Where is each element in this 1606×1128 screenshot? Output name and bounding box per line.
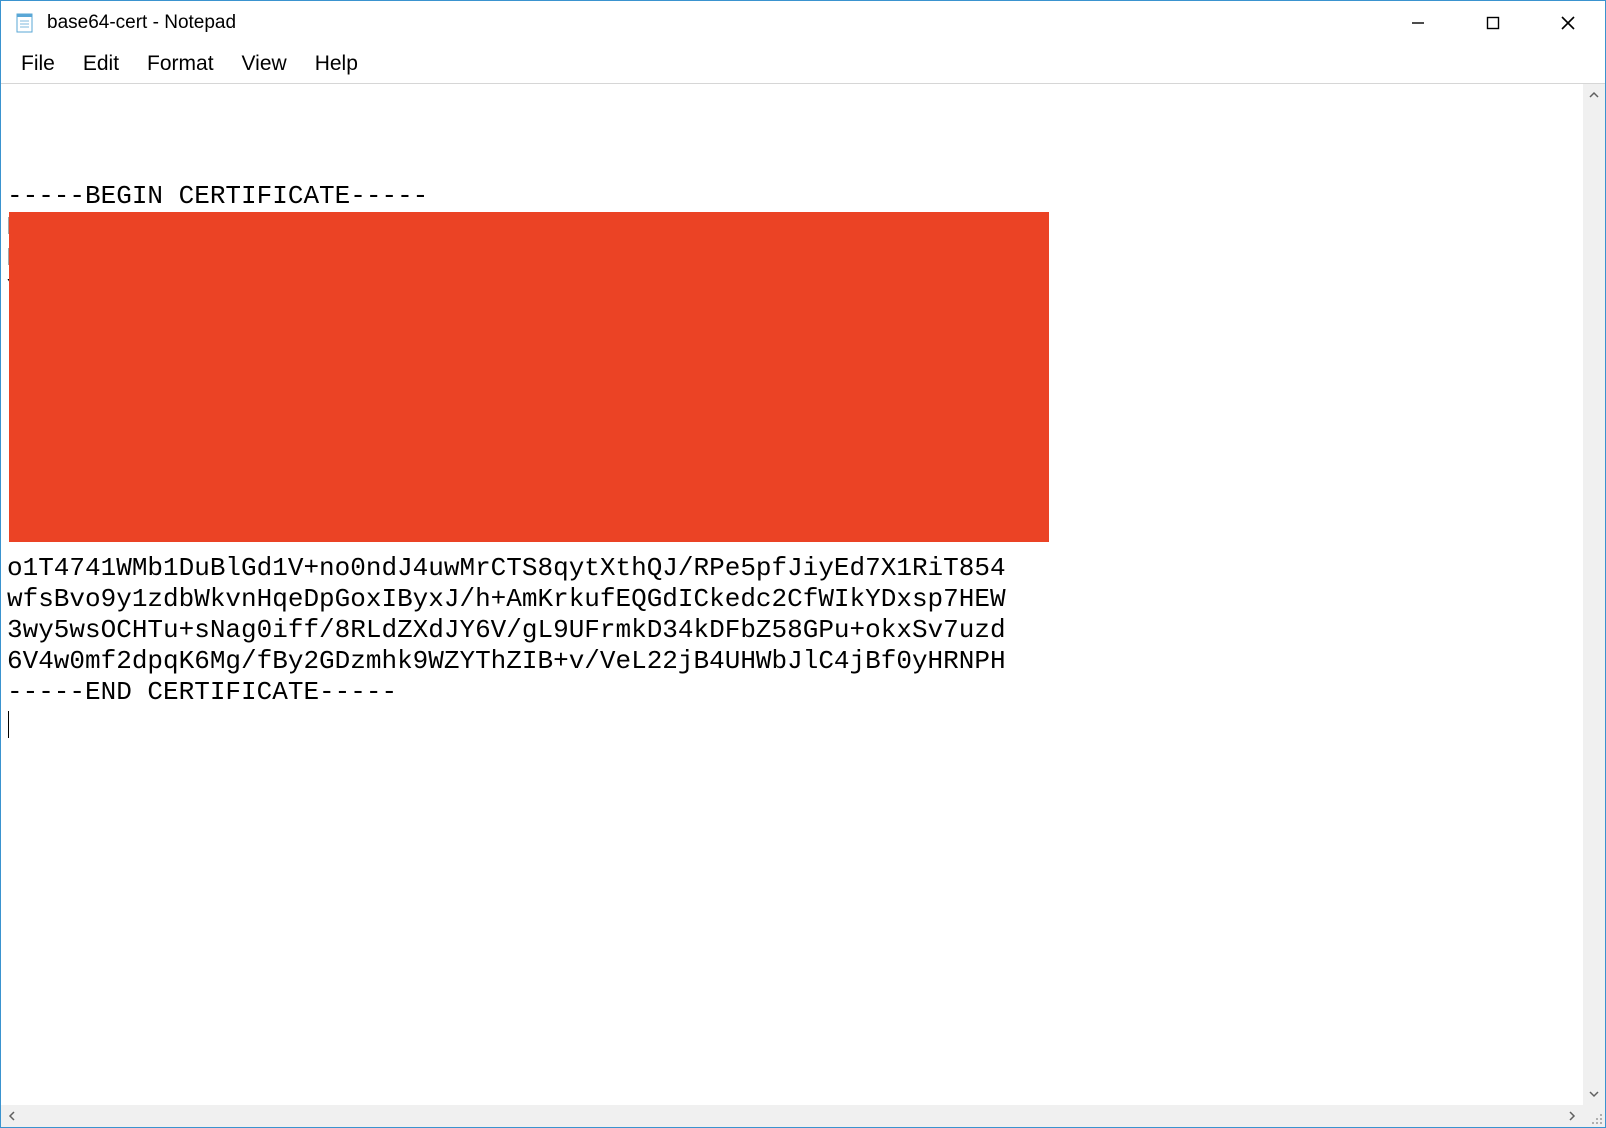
window-title: base64-cert - Notepad <box>47 12 236 34</box>
menu-view[interactable]: View <box>228 48 301 80</box>
scroll-left-arrow-icon[interactable] <box>1 1105 23 1127</box>
vertical-scrollbar[interactable] <box>1583 84 1605 1105</box>
menu-format[interactable]: Format <box>133 48 228 80</box>
client-area: -----BEGIN CERTIFICATE-----MIIC/DCCAeSgA… <box>1 83 1605 1105</box>
text-line: wfsBvo9y1zdbWkvnHqeDpGoxIByxJ/h+AmKrkufE… <box>7 584 1577 615</box>
text-caret <box>8 711 9 738</box>
text-line: -----BEGIN CERTIFICATE----- <box>7 181 1577 212</box>
menu-edit[interactable]: Edit <box>69 48 133 80</box>
maximize-button[interactable] <box>1455 1 1530 45</box>
scroll-down-arrow-icon[interactable] <box>1583 1083 1605 1105</box>
vertical-scroll-track[interactable] <box>1583 106 1605 1083</box>
close-button[interactable] <box>1530 1 1605 45</box>
titlebar[interactable]: base64-cert - Notepad <box>1 1 1605 45</box>
window-controls <box>1380 1 1605 45</box>
text-area[interactable]: -----BEGIN CERTIFICATE-----MIIC/DCCAeSgA… <box>1 84 1583 1105</box>
horizontal-scrollbar[interactable] <box>1 1105 1583 1127</box>
minimize-button[interactable] <box>1380 1 1455 45</box>
menu-help[interactable]: Help <box>301 48 372 80</box>
horizontal-scroll-track[interactable] <box>23 1105 1561 1127</box>
text-line: 3wy5wsOCHTu+sNag0iff/8RLdZXdJY6V/gL9UFrm… <box>7 615 1577 646</box>
scroll-right-arrow-icon[interactable] <box>1561 1105 1583 1127</box>
text-line: o1T4741WMb1DuBlGd1V+no0ndJ4uwMrCTS8qytXt… <box>7 553 1577 584</box>
size-grip-icon[interactable] <box>1583 1105 1605 1127</box>
notepad-icon <box>13 11 37 35</box>
menu-file[interactable]: File <box>7 48 69 80</box>
text-line <box>7 708 1577 739</box>
text-line: -----END CERTIFICATE----- <box>7 677 1577 708</box>
redaction-overlay <box>9 212 1049 542</box>
menubar: File Edit Format View Help <box>1 45 1605 83</box>
horizontal-scrollbar-row <box>1 1105 1605 1127</box>
scroll-up-arrow-icon[interactable] <box>1583 84 1605 106</box>
text-line: 6V4w0mf2dpqK6Mg/fBy2GDzmhk9WZYThZIB+v/Ve… <box>7 646 1577 677</box>
notepad-window: base64-cert - Notepad File Edit Format V… <box>0 0 1606 1128</box>
